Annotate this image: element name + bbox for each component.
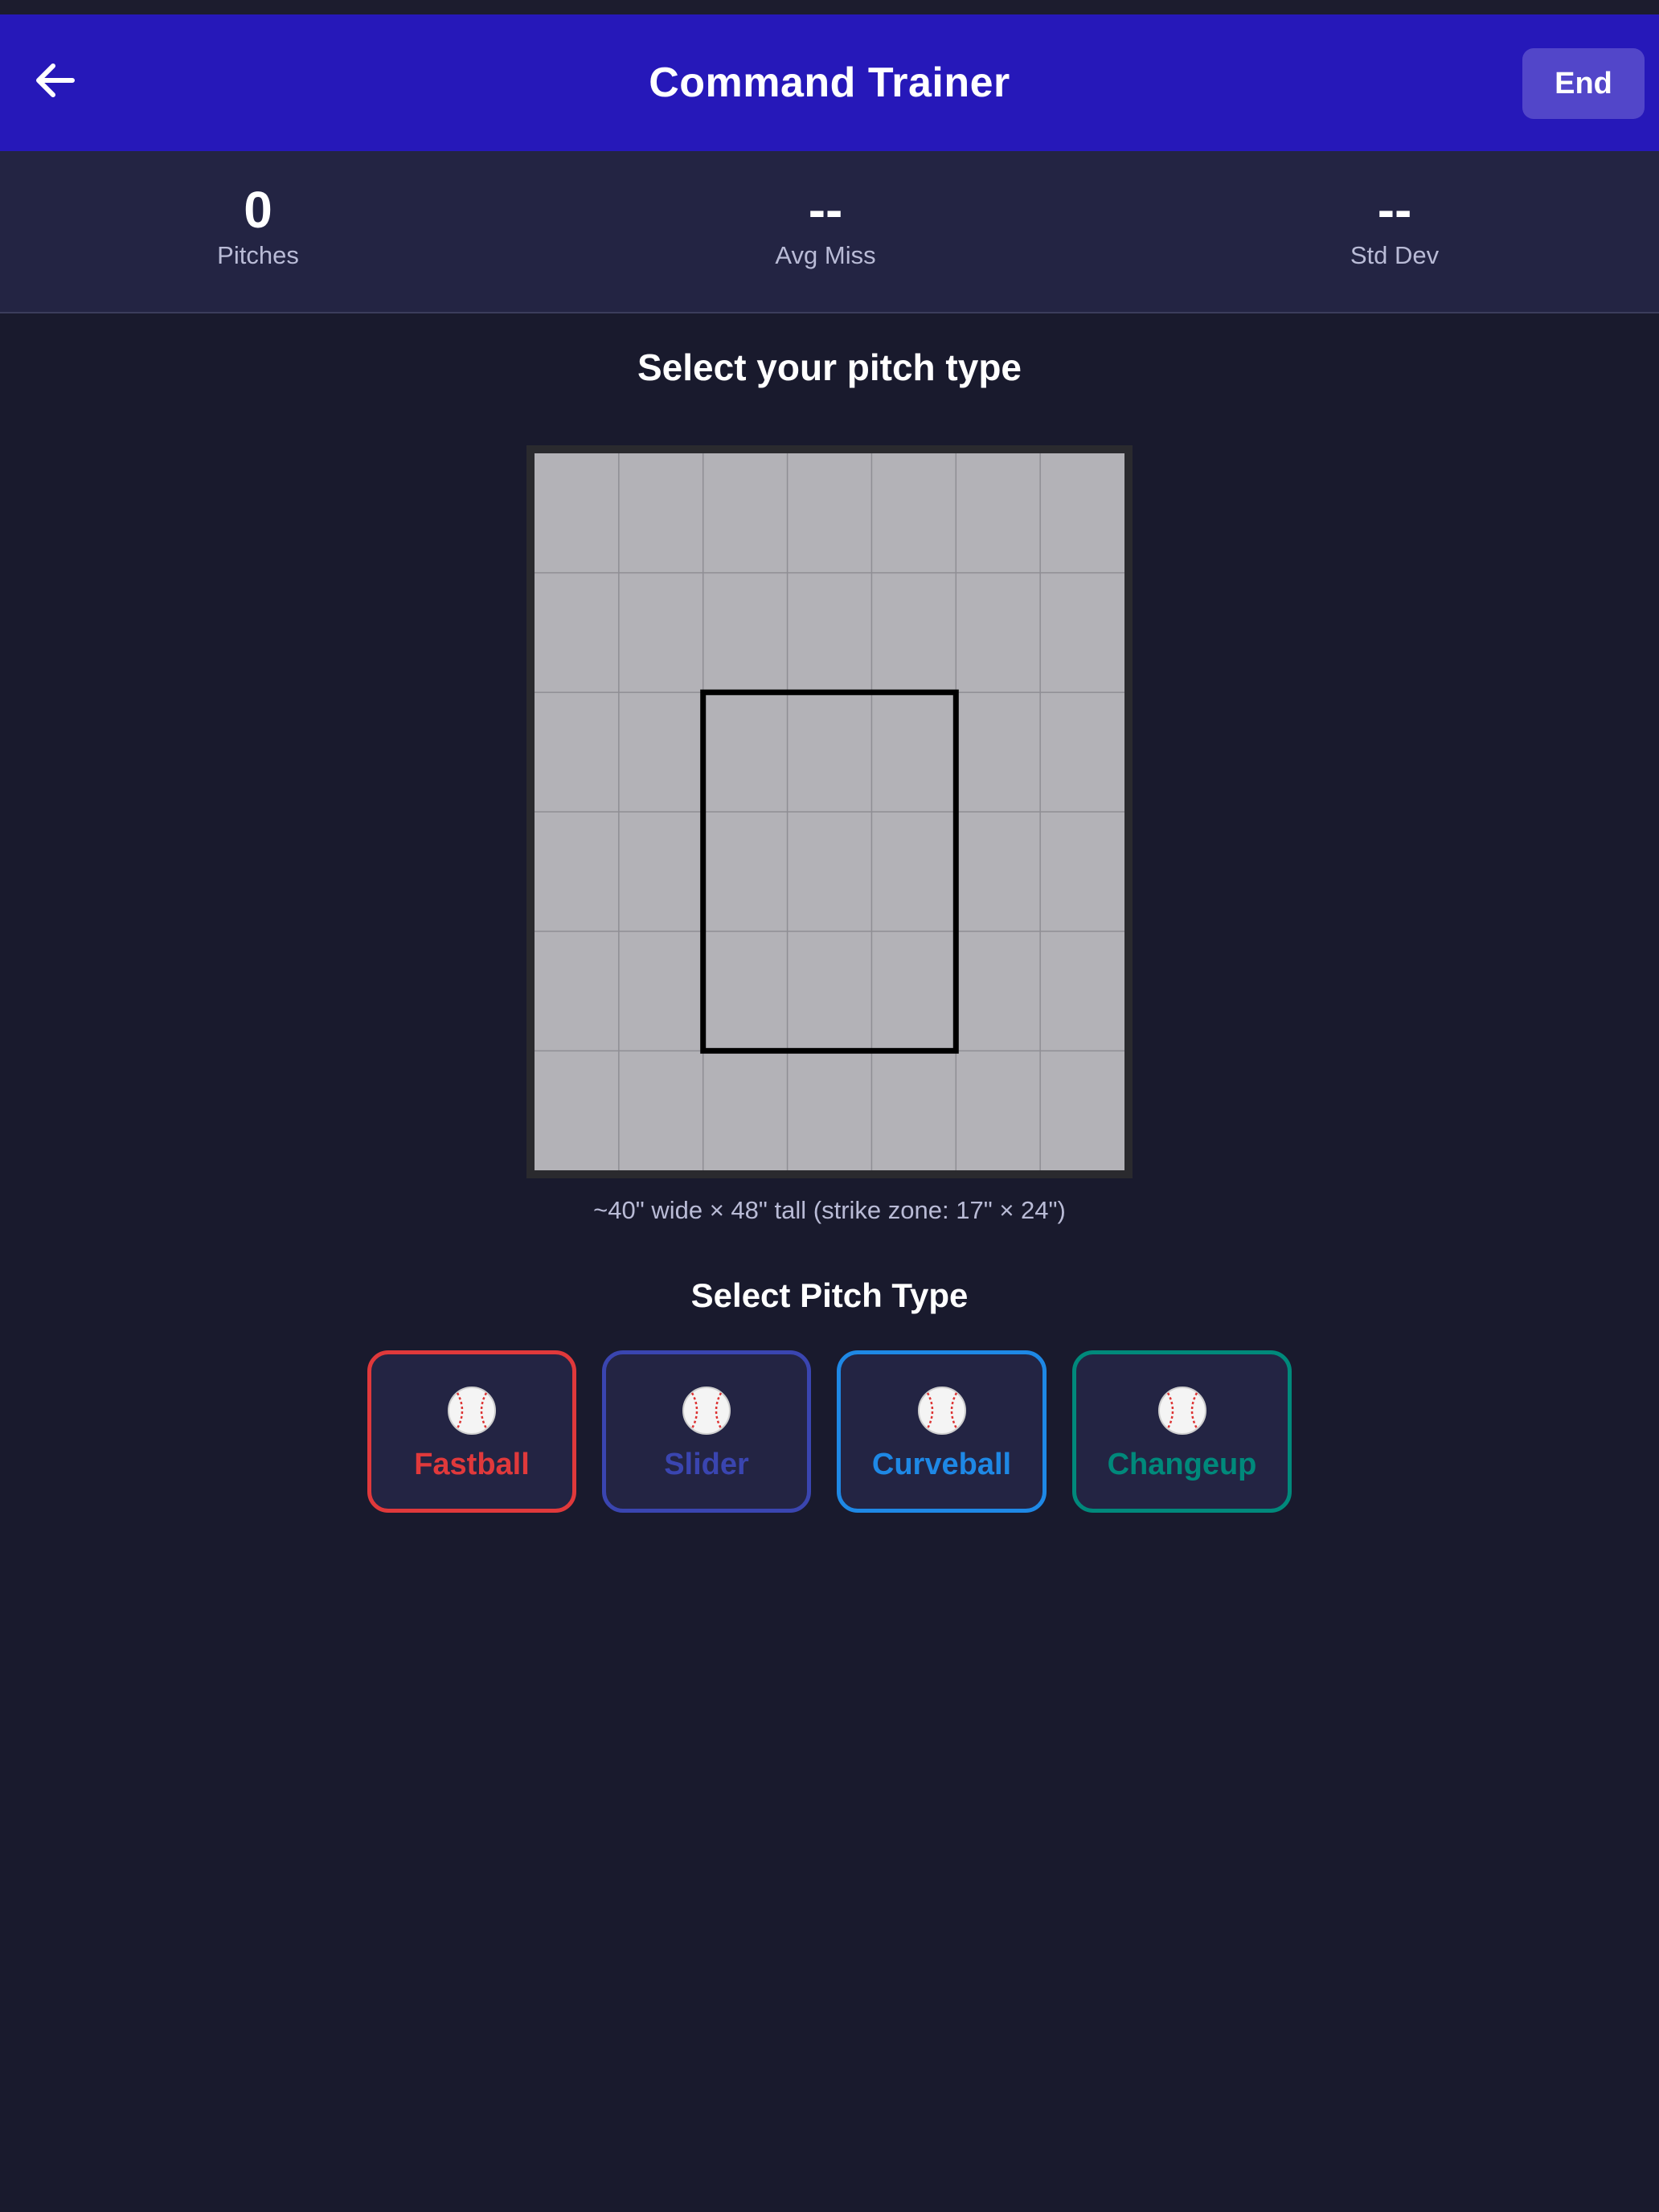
baseball-icon	[682, 1387, 731, 1435]
stat-std-dev: -- Std Dev	[1234, 182, 1555, 270]
baseball-icon	[1157, 1387, 1206, 1435]
nav-bar: Command Trainer End	[0, 14, 1659, 151]
stat-value: --	[808, 181, 843, 239]
stat-label: Pitches	[217, 241, 299, 269]
baseball-icon	[917, 1387, 966, 1435]
target-zone[interactable]	[526, 445, 1133, 1178]
stat-label: Std Dev	[1350, 241, 1440, 269]
arrow-left-icon	[36, 63, 75, 97]
baseball-icon	[448, 1387, 496, 1435]
pitch-label: Changeup	[1107, 1448, 1257, 1481]
pitch-label: Fastball	[414, 1448, 530, 1481]
stat-label: Avg Miss	[775, 241, 876, 269]
status-strip	[0, 0, 1659, 14]
prompt-title: Select your pitch type	[637, 346, 1022, 388]
stat-value: 0	[244, 181, 272, 239]
stats-bar: 0 Pitches -- Avg Miss -- Std Dev	[0, 151, 1659, 313]
pitch-label: Slider	[664, 1448, 749, 1481]
slider-button[interactable]: Slider	[602, 1350, 811, 1513]
curveball-button[interactable]: Curveball	[837, 1350, 1047, 1513]
stat-pitches: 0 Pitches	[97, 182, 419, 270]
stat-value: --	[1377, 181, 1412, 239]
page-title: Command Trainer	[649, 59, 1010, 106]
stat-avg-miss: -- Avg Miss	[665, 182, 986, 270]
changeup-button[interactable]: Changeup	[1072, 1350, 1292, 1513]
back-button[interactable]	[23, 48, 87, 113]
end-button[interactable]: End	[1522, 48, 1645, 119]
zone-grid[interactable]	[535, 453, 1124, 1170]
zone-caption: ~40" wide × 48" tall (strike zone: 17" ×…	[593, 1196, 1066, 1224]
fastball-button[interactable]: Fastball	[367, 1350, 576, 1513]
pitch-label: Curveball	[871, 1448, 1012, 1481]
pitch-type-title: Select Pitch Type	[690, 1276, 969, 1314]
